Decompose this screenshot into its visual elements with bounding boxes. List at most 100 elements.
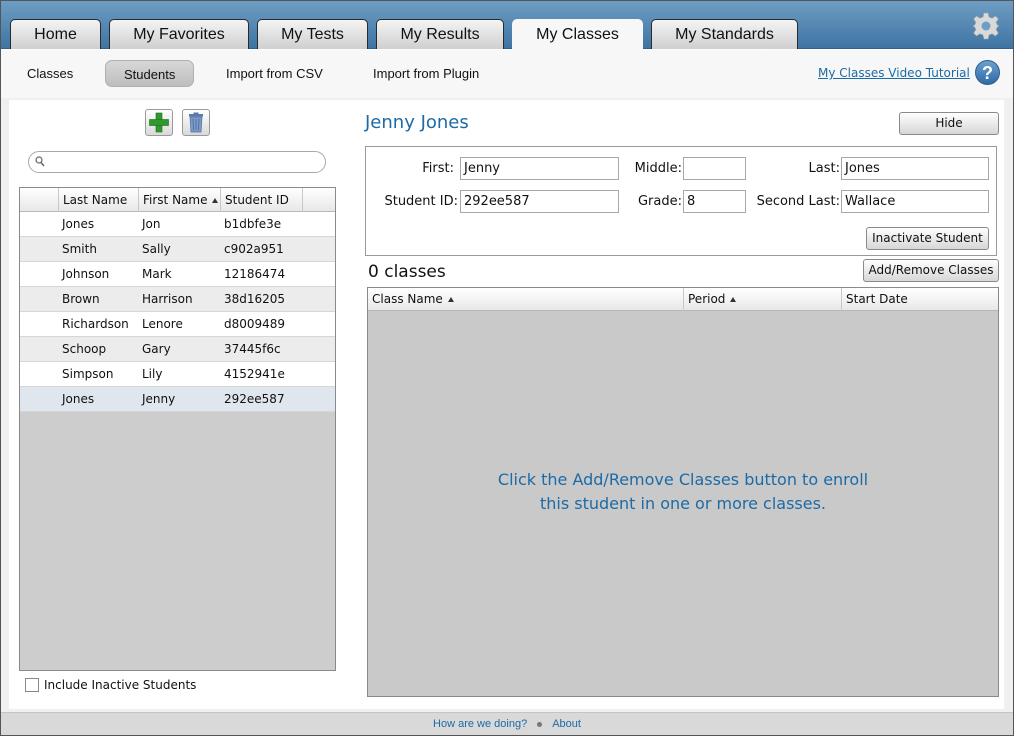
tab-my-tests[interactable]: My Tests [257, 19, 368, 49]
subnav-import-csv[interactable]: Import from CSV [208, 60, 341, 87]
subnav-import-plugin[interactable]: Import from Plugin [355, 60, 497, 87]
student-id-label: Student ID: [384, 194, 458, 209]
cell-student-id: 12186474 [224, 267, 286, 281]
cell-first-name: Harrison [142, 292, 193, 306]
cell-first-name: Sally [142, 242, 171, 256]
table-row[interactable]: Simpson Lily 4152941e [20, 362, 335, 387]
sort-arrow-icon [447, 297, 454, 302]
second-last-name-field[interactable]: Wallace [841, 190, 989, 213]
column-label: Start Date [846, 292, 908, 306]
student-detail-form: First: Jenny Middle: Last: Jones Student… [365, 146, 997, 256]
feedback-link[interactable]: How are we doing? [433, 718, 527, 730]
column-label: Period [688, 292, 726, 306]
add-remove-classes-button[interactable]: Add/Remove Classes [863, 259, 999, 282]
plus-icon [149, 112, 169, 133]
include-inactive-label: Include Inactive Students [44, 678, 197, 692]
sort-arrow-icon [730, 297, 737, 302]
cell-last-name: Jones [62, 392, 95, 406]
subnav-students[interactable]: Students [105, 60, 195, 87]
cell-first-name: Jon [142, 217, 161, 231]
trash-icon [189, 112, 203, 133]
gear-icon[interactable] [972, 12, 1000, 40]
classes-table-header: Class Name Period Start Date [368, 288, 998, 311]
cell-student-id: 4152941e [224, 367, 285, 381]
first-name-label: First: [422, 161, 454, 176]
grade-label: Grade: [637, 194, 682, 209]
second-last-name-label: Second Last: [756, 194, 840, 209]
include-inactive-checkbox[interactable] [25, 678, 39, 692]
video-tutorial-link[interactable]: My Classes Video Tutorial [818, 66, 970, 80]
column-label: Class Name [372, 292, 443, 306]
cell-student-id: 292ee587 [224, 392, 285, 406]
sub-navigation: Classes Students Import from CSV Import … [0, 50, 1014, 98]
subnav-classes[interactable]: Classes [9, 60, 91, 87]
cell-student-id: 38d16205 [224, 292, 286, 306]
column-class-name[interactable]: Class Name [368, 288, 683, 311]
header-spacer [302, 188, 335, 212]
student-name-heading: Jenny Jones [365, 112, 469, 133]
column-period[interactable]: Period [683, 288, 841, 311]
student-table: Last Name First Name Student ID Jones Jon… [19, 187, 336, 671]
cell-first-name: Lenore [142, 317, 183, 331]
tab-my-classes[interactable]: My Classes [512, 19, 643, 50]
middle-name-label: Middle: [634, 161, 682, 176]
cell-last-name: Brown [62, 292, 100, 306]
student-id-field[interactable]: 292ee587 [460, 190, 619, 213]
column-label: First Name [143, 193, 208, 207]
last-name-label: Last: [808, 161, 840, 176]
cell-first-name: Lily [142, 367, 163, 381]
help-icon[interactable]: ? [975, 60, 1000, 85]
class-count: 0 classes [368, 262, 446, 282]
delete-student-button[interactable] [182, 109, 210, 136]
table-row[interactable]: Jones Jon b1dbfe3e [20, 212, 335, 237]
cell-student-id: d8009489 [224, 317, 286, 331]
student-search [28, 151, 326, 173]
hide-button[interactable]: Hide [899, 112, 999, 135]
footer: How are we doing? About [0, 712, 1014, 736]
table-row[interactable]: Brown Harrison 38d16205 [20, 287, 335, 312]
cell-last-name: Richardson [62, 317, 129, 331]
about-link[interactable]: About [552, 718, 581, 730]
separator-dot [537, 721, 543, 727]
tab-my-favorites[interactable]: My Favorites [109, 19, 249, 49]
tab-my-standards[interactable]: My Standards [651, 19, 798, 49]
student-search-input[interactable] [49, 154, 319, 170]
column-label: Last Name [63, 193, 128, 207]
inactivate-student-button[interactable]: Inactivate Student [866, 227, 989, 250]
cell-first-name: Mark [142, 267, 172, 281]
cell-student-id: c902a951 [224, 242, 284, 256]
middle-name-field[interactable] [683, 157, 746, 180]
cell-last-name: Johnson [62, 267, 110, 281]
table-row[interactable]: Schoop Gary 37445f6c [20, 337, 335, 362]
cell-last-name: Schoop [62, 342, 107, 356]
header-spacer [20, 188, 58, 212]
grade-field[interactable]: 8 [683, 190, 746, 213]
cell-student-id: b1dbfe3e [224, 217, 282, 231]
search-icon [35, 156, 45, 167]
table-row[interactable]: Richardson Lenore d8009489 [20, 312, 335, 337]
cell-first-name: Gary [142, 342, 171, 356]
tab-my-results[interactable]: My Results [376, 19, 504, 49]
table-row[interactable]: Johnson Mark 12186474 [20, 262, 335, 287]
table-row[interactable]: Smith Sally c902a951 [20, 237, 335, 262]
classes-table: Class Name Period Start Date Click the A… [367, 287, 999, 697]
top-tab-bar: Home My Favorites My Tests My Results My… [0, 0, 1014, 50]
column-first-name[interactable]: First Name [138, 188, 220, 212]
last-name-field[interactable]: Jones [841, 157, 989, 180]
add-student-button[interactable] [145, 109, 173, 136]
empty-classes-message: Click the Add/Remove Classes button to e… [368, 468, 998, 516]
student-table-header: Last Name First Name Student ID [20, 188, 335, 227]
column-start-date[interactable]: Start Date [841, 288, 998, 311]
cell-last-name: Simpson [62, 367, 114, 381]
empty-message-line: Click the Add/Remove Classes button to e… [497, 470, 869, 489]
column-label: Student ID [225, 193, 289, 207]
table-row[interactable]: Jones Jenny 292ee587 [20, 387, 335, 412]
empty-message-line: this student in one or more classes. [539, 494, 827, 513]
tab-home[interactable]: Home [10, 19, 101, 49]
cell-last-name: Jones [62, 217, 95, 231]
column-last-name[interactable]: Last Name [58, 188, 138, 227]
sort-arrow-icon [212, 198, 219, 203]
column-student-id[interactable]: Student ID [220, 188, 302, 212]
cell-first-name: Jenny [142, 392, 176, 406]
first-name-field[interactable]: Jenny [460, 157, 619, 180]
